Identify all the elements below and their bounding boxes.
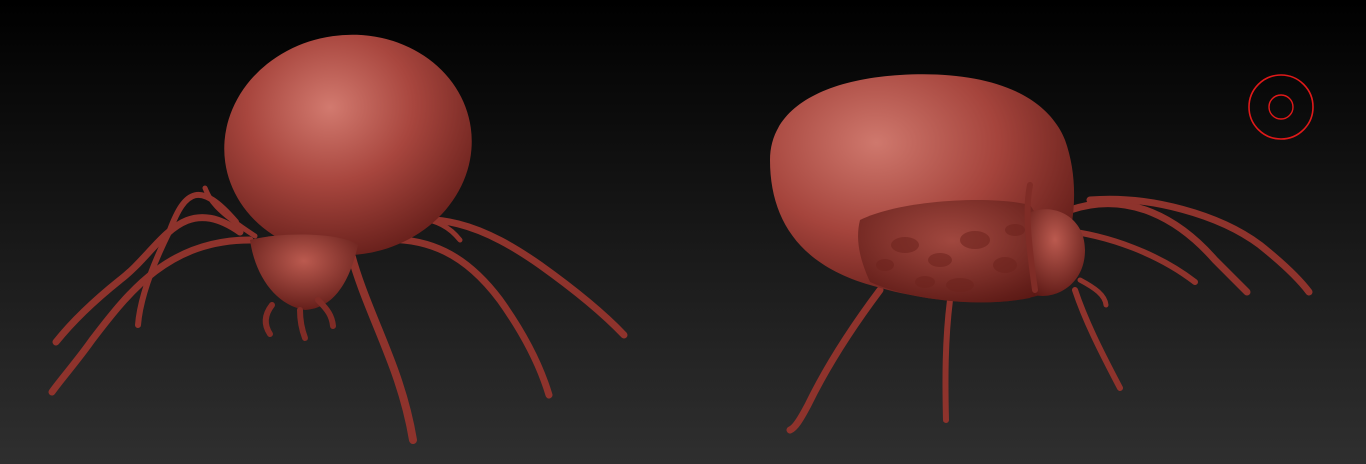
sculpt-viewport[interactable] <box>0 0 1366 464</box>
viewport-background <box>0 0 1366 464</box>
